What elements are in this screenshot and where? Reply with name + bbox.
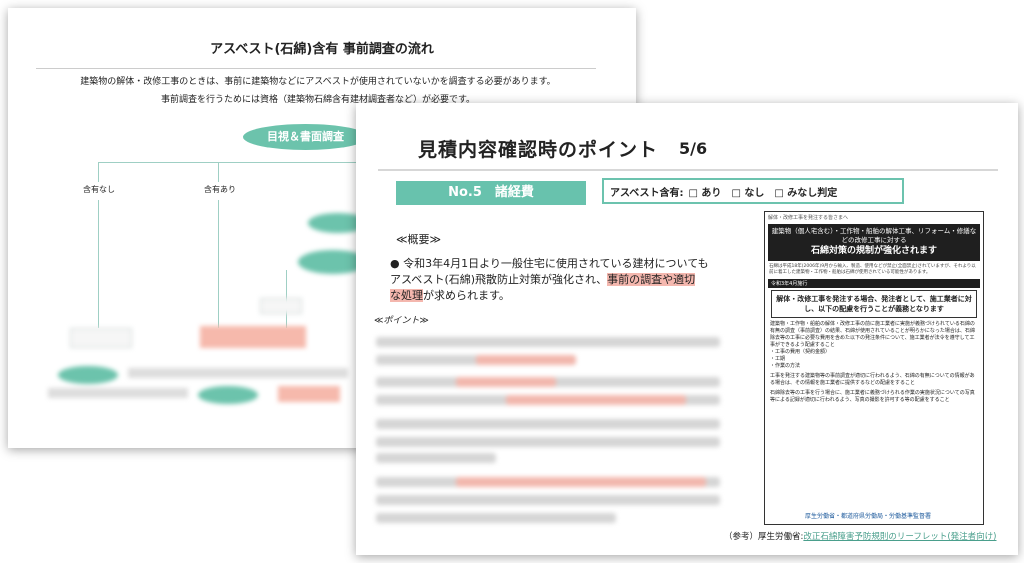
leaflet-header: 建築物（個人宅含む）・工作物・船舶の解体工事、リフォーム・修繕などの改修工事に対…: [768, 224, 980, 261]
page-number: 5/6: [679, 139, 708, 158]
leaflet-sub2: ・工期: [770, 356, 786, 362]
blurred-point-3b: [376, 437, 720, 447]
option-deemed[interactable]: □ みなし判定: [774, 184, 837, 199]
leaflet-intro: 石綿は平成18年(2006年)9月から輸入、製造、使用などが禁止(全面禁止)され…: [769, 264, 976, 275]
leaflet-sub3: ・作業の方法: [770, 363, 801, 369]
reference-line: （参考）厚生労働省:改正石綿障害予防規則のリーフレット(発注者向け): [724, 530, 997, 542]
blurred-point-3a: [376, 419, 720, 429]
leaflet-band: 令和3年4月施行: [768, 279, 980, 288]
reference-prefix: （参考）厚生労働省:: [724, 532, 804, 542]
leaflet-bullet1-text: 建築物・工作物・船舶の解体・改修工事の前に施工業者に実施が義務づけられている石綿…: [770, 321, 975, 348]
blurred-oval-3: [58, 366, 118, 384]
mhlw-leaflet-image: 解体・改修工事を発注する皆さまへ 建築物（個人宅含む）・工作物・船舶の解体工事、…: [764, 211, 984, 525]
bullet-text-1: 令和3年4月1日より一般住宅に使用されている建材についても: [403, 257, 709, 270]
leaflet-head2: 石綿対策の規制が強化されます: [810, 246, 937, 256]
asbestos-checkbox-group: アスベスト含有: □ あり □ なし □ みなし判定: [602, 178, 904, 204]
bullet-highlight-2: な処理: [390, 289, 423, 302]
flow-oval-survey: 目視＆書面調査: [243, 124, 368, 150]
blurred-box-pink-2: [278, 386, 340, 402]
leaflet-bullet-2: 工事を発注する建築物等の事前調査が適切に行われるよう、石綿の有無についての情報が…: [770, 373, 975, 386]
leaflet-sub1: ・工事の費用（契約金額）: [770, 349, 831, 355]
front-slide-title: 見積内容確認時のポイント: [418, 139, 659, 161]
blurred-point-3c: [376, 453, 496, 463]
overview-heading: ≪概要≫: [396, 233, 442, 246]
leaflet-footer: 厚生労働省・都道府県労働局・労働基準監督署: [805, 513, 932, 520]
blurred-box-pink: [200, 326, 306, 348]
blurred-box-small: [260, 298, 302, 314]
blurred-point-1a: [376, 337, 720, 347]
flow-line-yes: [218, 200, 219, 328]
option-yes[interactable]: □ あり: [689, 184, 722, 199]
flow-drop-left: [98, 162, 99, 182]
branch-label-yes: 含有あり: [204, 185, 236, 194]
blurred-point-1-hl: [476, 355, 576, 365]
leaflet-box: 解体・改修工事を発注する場合、発注者として、施工業者に対し、以下の配慮を行うこと…: [771, 290, 977, 318]
back-title-rule: [36, 68, 596, 69]
bullet-text-3: が求められます。: [423, 289, 510, 302]
option-no[interactable]: □ なし: [731, 184, 764, 199]
section-label: No.5 諸経費: [396, 181, 586, 205]
flow-line-none: [98, 200, 99, 328]
front-title-rule: [378, 169, 998, 171]
blurred-point-4b: [376, 495, 720, 505]
overview-bullet: ● 令和3年4月1日より一般住宅に使用されている建材についても アスベスト(石綿…: [390, 256, 720, 304]
leaflet-head1: 建築物（個人宅含む）・工作物・船舶の解体工事、リフォーム・修繕などの改修工事に対…: [771, 227, 977, 244]
back-intro-line1: 建築物の解体・改修工事のときは、事前に建築物などにアスベストが使用されていないか…: [80, 77, 556, 87]
blurred-point-4-hl: [456, 477, 706, 487]
blurred-box-none: [70, 328, 132, 348]
leaflet-bullet-1: 建築物・工作物・船舶の解体・改修工事の前に施工業者に実施が義務づけられている石綿…: [770, 321, 978, 370]
reference-link[interactable]: 改正石綿障害予防規則のリーフレット(発注者向け): [803, 532, 996, 542]
blurred-text-1: [128, 368, 348, 378]
bullet-text-2: アスベスト(石綿)飛散防止対策が強化され、: [390, 273, 608, 286]
leaflet-top-text: 解体・改修工事を発注する皆さまへ: [768, 215, 849, 221]
front-slide: 見積内容確認時のポイント 5/6 No.5 諸経費 アスベスト含有: □ あり …: [356, 103, 1018, 555]
blurred-oval-4: [198, 386, 258, 404]
points-heading: ≪ポイント≫: [374, 316, 429, 326]
blurred-point-2-hl: [456, 377, 556, 387]
asbestos-label: アスベスト含有:: [610, 187, 684, 199]
branch-label-none: 含有なし: [83, 185, 115, 194]
blurred-text-2: [48, 388, 188, 398]
blurred-point-4c: [376, 513, 616, 523]
bullet-dot-icon: ●: [390, 257, 404, 270]
flow-drop-mid: [218, 162, 219, 182]
bullet-highlight-1: 事前の調査や適切: [607, 273, 696, 286]
back-slide-title: アスベスト(石綿)含有 事前調査の流れ: [210, 42, 434, 57]
leaflet-bullet-3: 石綿除去等の工事を行う場合に、施工業者に義務づけられる作業の実施状況についての写…: [770, 390, 975, 403]
blurred-point-2b-hl: [506, 395, 686, 405]
